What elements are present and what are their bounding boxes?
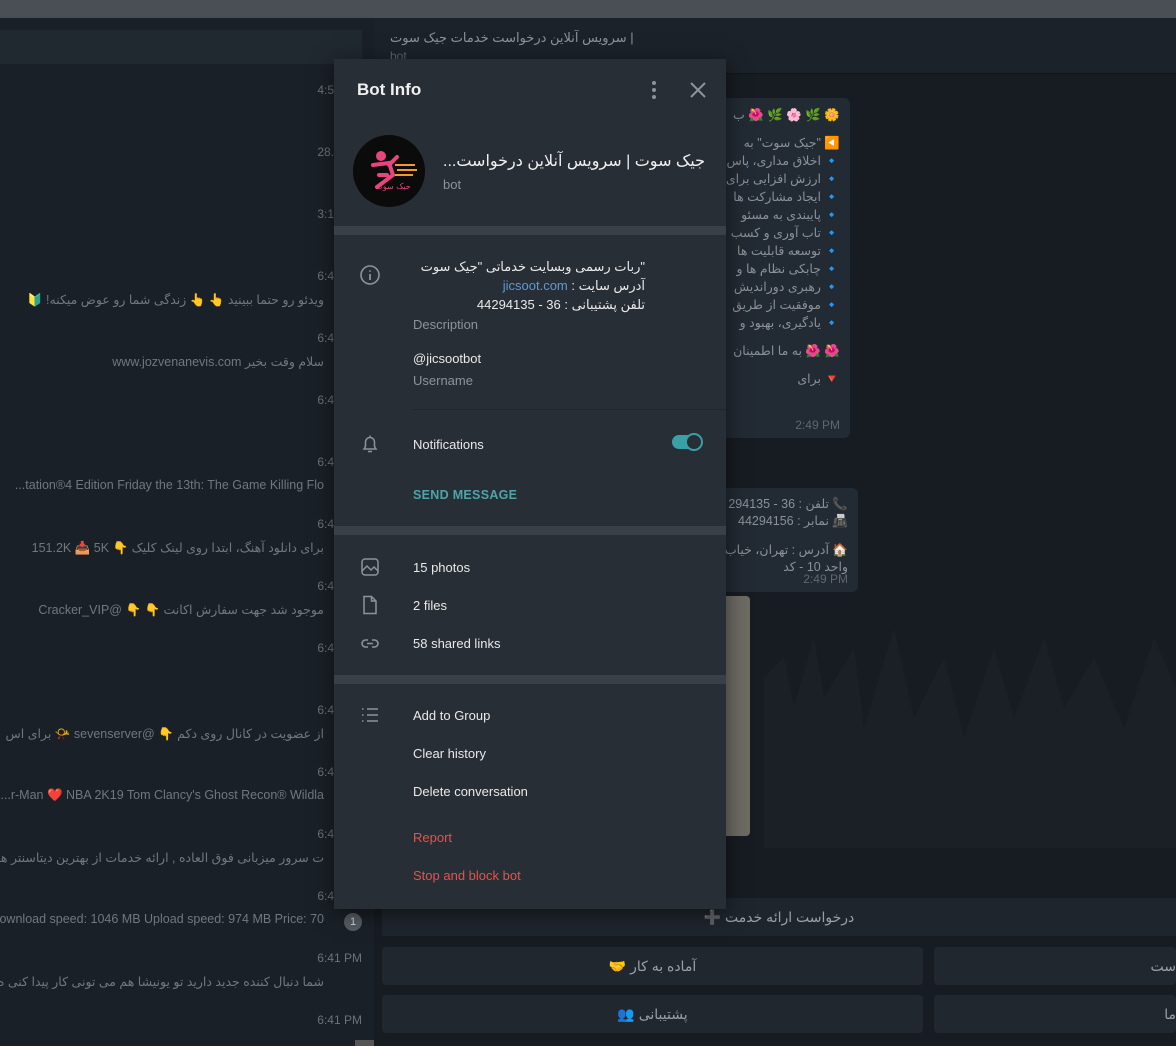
chat-row-preview[interactable]: سلام وقت بخیر www.jozvenanevis.com xyxy=(112,354,324,369)
chat-row-time: 6:4 xyxy=(317,641,334,655)
section-separator xyxy=(334,526,726,535)
chat-row-preview[interactable]: موجود شد جهت سفارش اکانت 👇 👇 @Cracker_VI… xyxy=(38,602,324,618)
username-label: Username xyxy=(413,373,473,388)
message-line: 📞 تلفن : 36 - 294135 xyxy=(728,497,848,511)
description-line-prefix: آدرس سایت : xyxy=(567,278,645,293)
keyboard-button-4[interactable]: ما xyxy=(934,995,1176,1033)
dialog-title: Bot Info xyxy=(357,80,422,99)
message-bubble[interactable]: 🌼 🌿 🌸 🌿 🌺 ب ◀️ "جیک سوت" به 🔹 اخلاق مداری،… xyxy=(714,98,850,438)
chat-row-time: 6:4 xyxy=(317,579,334,593)
message-line: 🔹 رهبری دوراندیش xyxy=(733,280,840,294)
message-line: 🔹 اخلاق مداری، پاس xyxy=(726,154,840,168)
notifications-toggle[interactable] xyxy=(672,433,703,451)
close-icon[interactable] xyxy=(686,78,710,102)
message-line: 🔹 موفقیت از طریق xyxy=(732,298,840,312)
chat-title: سرویس آنلاین درخواست خدمات جیک سوت | xyxy=(390,30,634,45)
bot-status: bot xyxy=(443,177,462,192)
file-icon xyxy=(359,594,381,616)
keyboard-button-ready[interactable]: 🤝 آماده به کار xyxy=(382,947,923,985)
chat-row-time: 6:4 xyxy=(317,455,334,469)
message-line: 🔹 یادگیری، بهبود و xyxy=(739,316,840,330)
description-label: Description xyxy=(413,317,479,332)
clear-history-item[interactable]: Clear history xyxy=(413,746,486,761)
telegram-window: 4:5 28. 3:1 6:4 ویدئو رو حتما ببینید 👆 👆 زند… xyxy=(0,0,1176,1046)
message-line: 🔹 توسعه قابلیت ها xyxy=(737,244,840,258)
keyboard-button-2-label: ست xyxy=(1150,957,1176,974)
chat-row-preview[interactable]: ownload speed: 1046 MB Upload speed: 974… xyxy=(0,912,324,926)
keyboard-button-4-label: ما xyxy=(1164,1005,1176,1022)
description-line: "ربات رسمی وبسایت خدماتی "جیک سوت xyxy=(420,259,645,274)
link-icon xyxy=(359,632,381,654)
report-item[interactable]: Report xyxy=(413,830,452,845)
message-time: 2:49 PM xyxy=(803,572,848,586)
divider xyxy=(412,409,726,410)
files-item[interactable]: 2 files xyxy=(413,598,447,613)
message-time: 2:49 PM xyxy=(795,418,840,432)
chat-row-time: 3:1 xyxy=(317,207,334,221)
message-line: 🌺 🌺 به ما اطمینان xyxy=(733,344,840,358)
title-bar xyxy=(0,0,1176,18)
chat-row-preview[interactable]: شما دنبال کننده جدید دارید تو یونیشا هم … xyxy=(0,974,324,989)
message-line: 🔹 تاب آوری و کسب xyxy=(730,226,840,240)
message-line: ◀️ "جیک سوت" به xyxy=(743,136,840,150)
username-value[interactable]: @jicsootbot xyxy=(413,351,481,366)
notifications-label: Notifications xyxy=(413,437,484,452)
chat-row-preview[interactable]: برای دانلود آهنگ، ابتدا روی لینک کلیک 👇 … xyxy=(32,540,324,556)
message-line: 🌼 🌿 🌸 🌿 🌺 ب xyxy=(733,108,840,122)
more-options-icon[interactable] xyxy=(644,79,664,101)
info-icon xyxy=(359,264,381,286)
avatar-logo-text: جیک سوت xyxy=(375,182,410,191)
chat-row-time: 6:4 xyxy=(317,889,334,903)
website-link[interactable]: jicsoot.com xyxy=(503,278,568,293)
shared-links-item[interactable]: 58 shared links xyxy=(413,636,500,651)
message-line: 🔹 چابکی نظام ها و xyxy=(736,262,840,276)
message-line: 🔹 ایجاد مشارکت ها xyxy=(733,190,840,204)
add-to-group-item[interactable]: Add to Group xyxy=(413,708,490,723)
bot-avatar[interactable]: جیک سوت xyxy=(353,135,425,207)
bell-icon xyxy=(359,433,381,455)
photos-item[interactable]: 15 photos xyxy=(413,560,470,575)
message-line: 🏠 آدرس : تهران، خیاب xyxy=(724,543,848,557)
message-line: 🔻 برای xyxy=(797,372,840,386)
background-pattern xyxy=(764,628,1176,848)
description-line: تلفن پشتیبانی : 36 - 44294135 xyxy=(476,297,645,312)
chat-row-time: 6:4 xyxy=(317,331,334,345)
chat-row-preview[interactable]: ویدئو رو حتما ببینید 👆 👆 زندگی شما رو عو… xyxy=(27,292,324,308)
chat-row-preview[interactable]: tation®4 Edition Friday the 13th: The Ga… xyxy=(15,478,324,492)
message-line: 🔹 ارزش افزایی برای xyxy=(725,172,840,186)
chat-row-time: 6:4 xyxy=(317,517,334,531)
chat-row-time: 6:4 xyxy=(317,765,334,779)
chat-list: 4:5 28. 3:1 6:4 ویدئو رو حتما ببینید 👆 👆 زند… xyxy=(0,18,374,1046)
chat-row-time: 28. xyxy=(317,145,334,159)
chat-row-time: 6:41 PM xyxy=(317,1013,362,1027)
chat-row-preview[interactable]: ت سرور میزبانی فوق العاده , ارائه خدمات … xyxy=(0,850,324,865)
message-line: 🔹 پایبندی به مسئو xyxy=(741,208,840,222)
unread-badge: 1 xyxy=(344,913,362,931)
chat-row-time: 6:4 xyxy=(317,393,334,407)
chat-row-time: 6:4 xyxy=(317,827,334,841)
horizontal-scrollbar[interactable] xyxy=(355,1040,374,1046)
bot-info-dialog: Bot Info جیک سوت جیک سوت | سرویس آنلاین … xyxy=(334,59,726,909)
chat-row-time: 4:5 xyxy=(317,83,334,97)
delete-conversation-item[interactable]: Delete conversation xyxy=(413,784,528,799)
chat-row-time: 6:4 xyxy=(317,269,334,283)
photo-icon xyxy=(359,556,381,578)
keyboard-button-2[interactable]: ست xyxy=(934,947,1176,985)
chat-row-preview[interactable]: r-Man ❤️ NBA 2K19 Tom Clancy's Ghost Rec… xyxy=(0,788,324,803)
section-separator xyxy=(334,226,726,235)
message-bubble[interactable]: 📞 تلفن : 36 - 294135 📠 نمابر : 44294156 🏠 … xyxy=(714,488,858,592)
send-message-button[interactable]: SEND MESSAGE xyxy=(413,488,517,502)
bot-name: جیک سوت | سرویس آنلاین درخواست... xyxy=(443,153,705,170)
chat-row-time: 6:4 xyxy=(317,703,334,717)
chat-row-time: 6:41 PM xyxy=(317,951,362,965)
search-input[interactable] xyxy=(0,30,362,64)
chat-row-preview[interactable]: از عضویت در کانال روی دکم 👇 @sevenserver… xyxy=(6,726,324,742)
bot-description: "ربات رسمی وبسایت خدماتی "جیک سوت آدرس س… xyxy=(413,257,645,314)
keyboard-button-support[interactable]: 👥 پشتیبانی xyxy=(382,995,923,1033)
section-separator xyxy=(334,675,726,684)
stop-block-bot-item[interactable]: Stop and block bot xyxy=(413,868,521,883)
message-line: 📠 نمابر : 44294156 xyxy=(738,514,848,528)
list-icon xyxy=(359,704,381,726)
description-line: آدرس سایت : jicsoot.com xyxy=(413,276,645,295)
